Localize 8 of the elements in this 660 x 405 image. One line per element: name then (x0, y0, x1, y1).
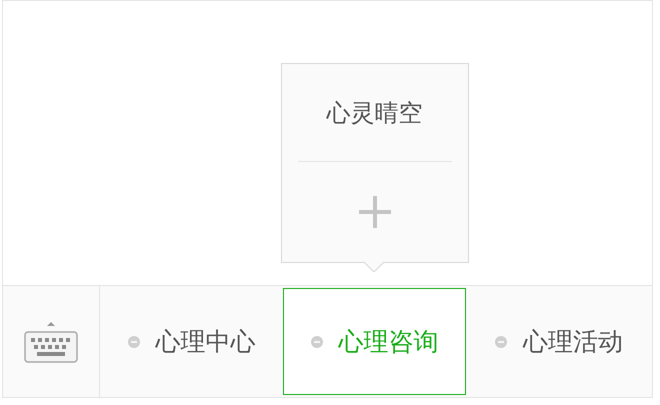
menu-tab[interactable]: 心理中心 (100, 286, 283, 397)
remove-icon[interactable] (495, 336, 507, 348)
keyboard-icon[interactable] (23, 320, 79, 364)
submenu-item[interactable]: 心灵晴空 (298, 64, 452, 162)
add-icon[interactable] (358, 196, 390, 228)
remove-icon[interactable] (128, 336, 140, 348)
menu-tab[interactable]: 心理活动 (466, 286, 652, 397)
remove-icon[interactable] (310, 336, 322, 348)
